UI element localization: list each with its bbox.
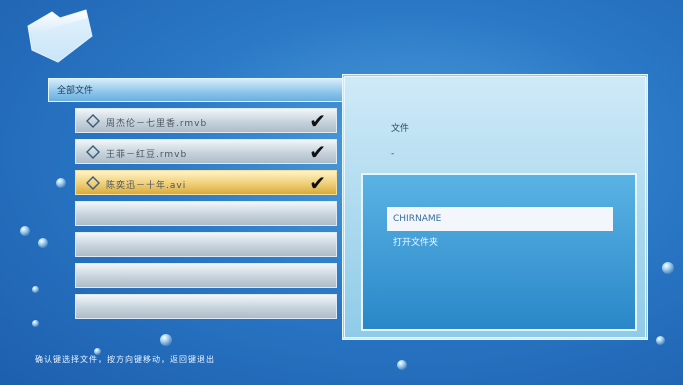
decorative-bubble: [662, 262, 674, 274]
file-row-selected[interactable]: 陈奕迅－十年.avi ✔: [75, 170, 337, 195]
file-row[interactable]: 王菲－红豆.rmvb ✔: [75, 139, 337, 164]
media-file-icon: [86, 176, 100, 190]
decorative-bubble: [56, 178, 66, 188]
empty-file-row[interactable]: [75, 263, 337, 288]
media-file-icon: [86, 114, 100, 128]
info-line: -: [391, 149, 395, 159]
checkmark-icon[interactable]: ✔: [309, 141, 326, 163]
file-list: 周杰伦－七里香.rmvb ✔ 王菲－红豆.rmvb ✔ 陈奕迅－十年.avi ✔: [75, 108, 337, 325]
media-file-icon: [86, 145, 100, 159]
decorative-bubble: [160, 334, 172, 346]
decorative-bubble: [32, 320, 39, 327]
file-list-title: 全部文件: [57, 86, 94, 96]
file-list-header: 全部文件: [48, 78, 348, 102]
empty-file-row[interactable]: [75, 201, 337, 226]
empty-file-row[interactable]: [75, 294, 337, 319]
info-panel: 文件 - CHIRNAME 打开文件夹: [342, 74, 648, 340]
decorative-bubble: [20, 226, 30, 236]
file-name: 王菲－红豆.rmvb: [106, 150, 188, 160]
decorative-bubble: [38, 238, 48, 248]
info-line: 文件: [391, 124, 410, 134]
checkmark-icon[interactable]: ✔: [309, 110, 326, 132]
empty-file-row[interactable]: [75, 232, 337, 257]
file-row[interactable]: 周杰伦－七里香.rmvb ✔: [75, 108, 337, 133]
decorative-bubble: [32, 286, 39, 293]
decorative-bubble: [397, 360, 407, 370]
file-name: 陈奕迅－十年.avi: [106, 181, 187, 191]
folder-icon: [27, 9, 93, 63]
decorative-bubble: [656, 336, 665, 345]
menu-item-selected[interactable]: CHIRNAME: [387, 207, 613, 231]
menu-item[interactable]: 打开文件夹: [387, 231, 613, 255]
help-text: 确认键选择文件，按方向键移动，返回键退出: [35, 355, 215, 364]
file-name: 周杰伦－七里香.rmvb: [106, 119, 208, 129]
options-menu: CHIRNAME 打开文件夹: [361, 173, 637, 331]
checkmark-icon[interactable]: ✔: [309, 172, 326, 194]
